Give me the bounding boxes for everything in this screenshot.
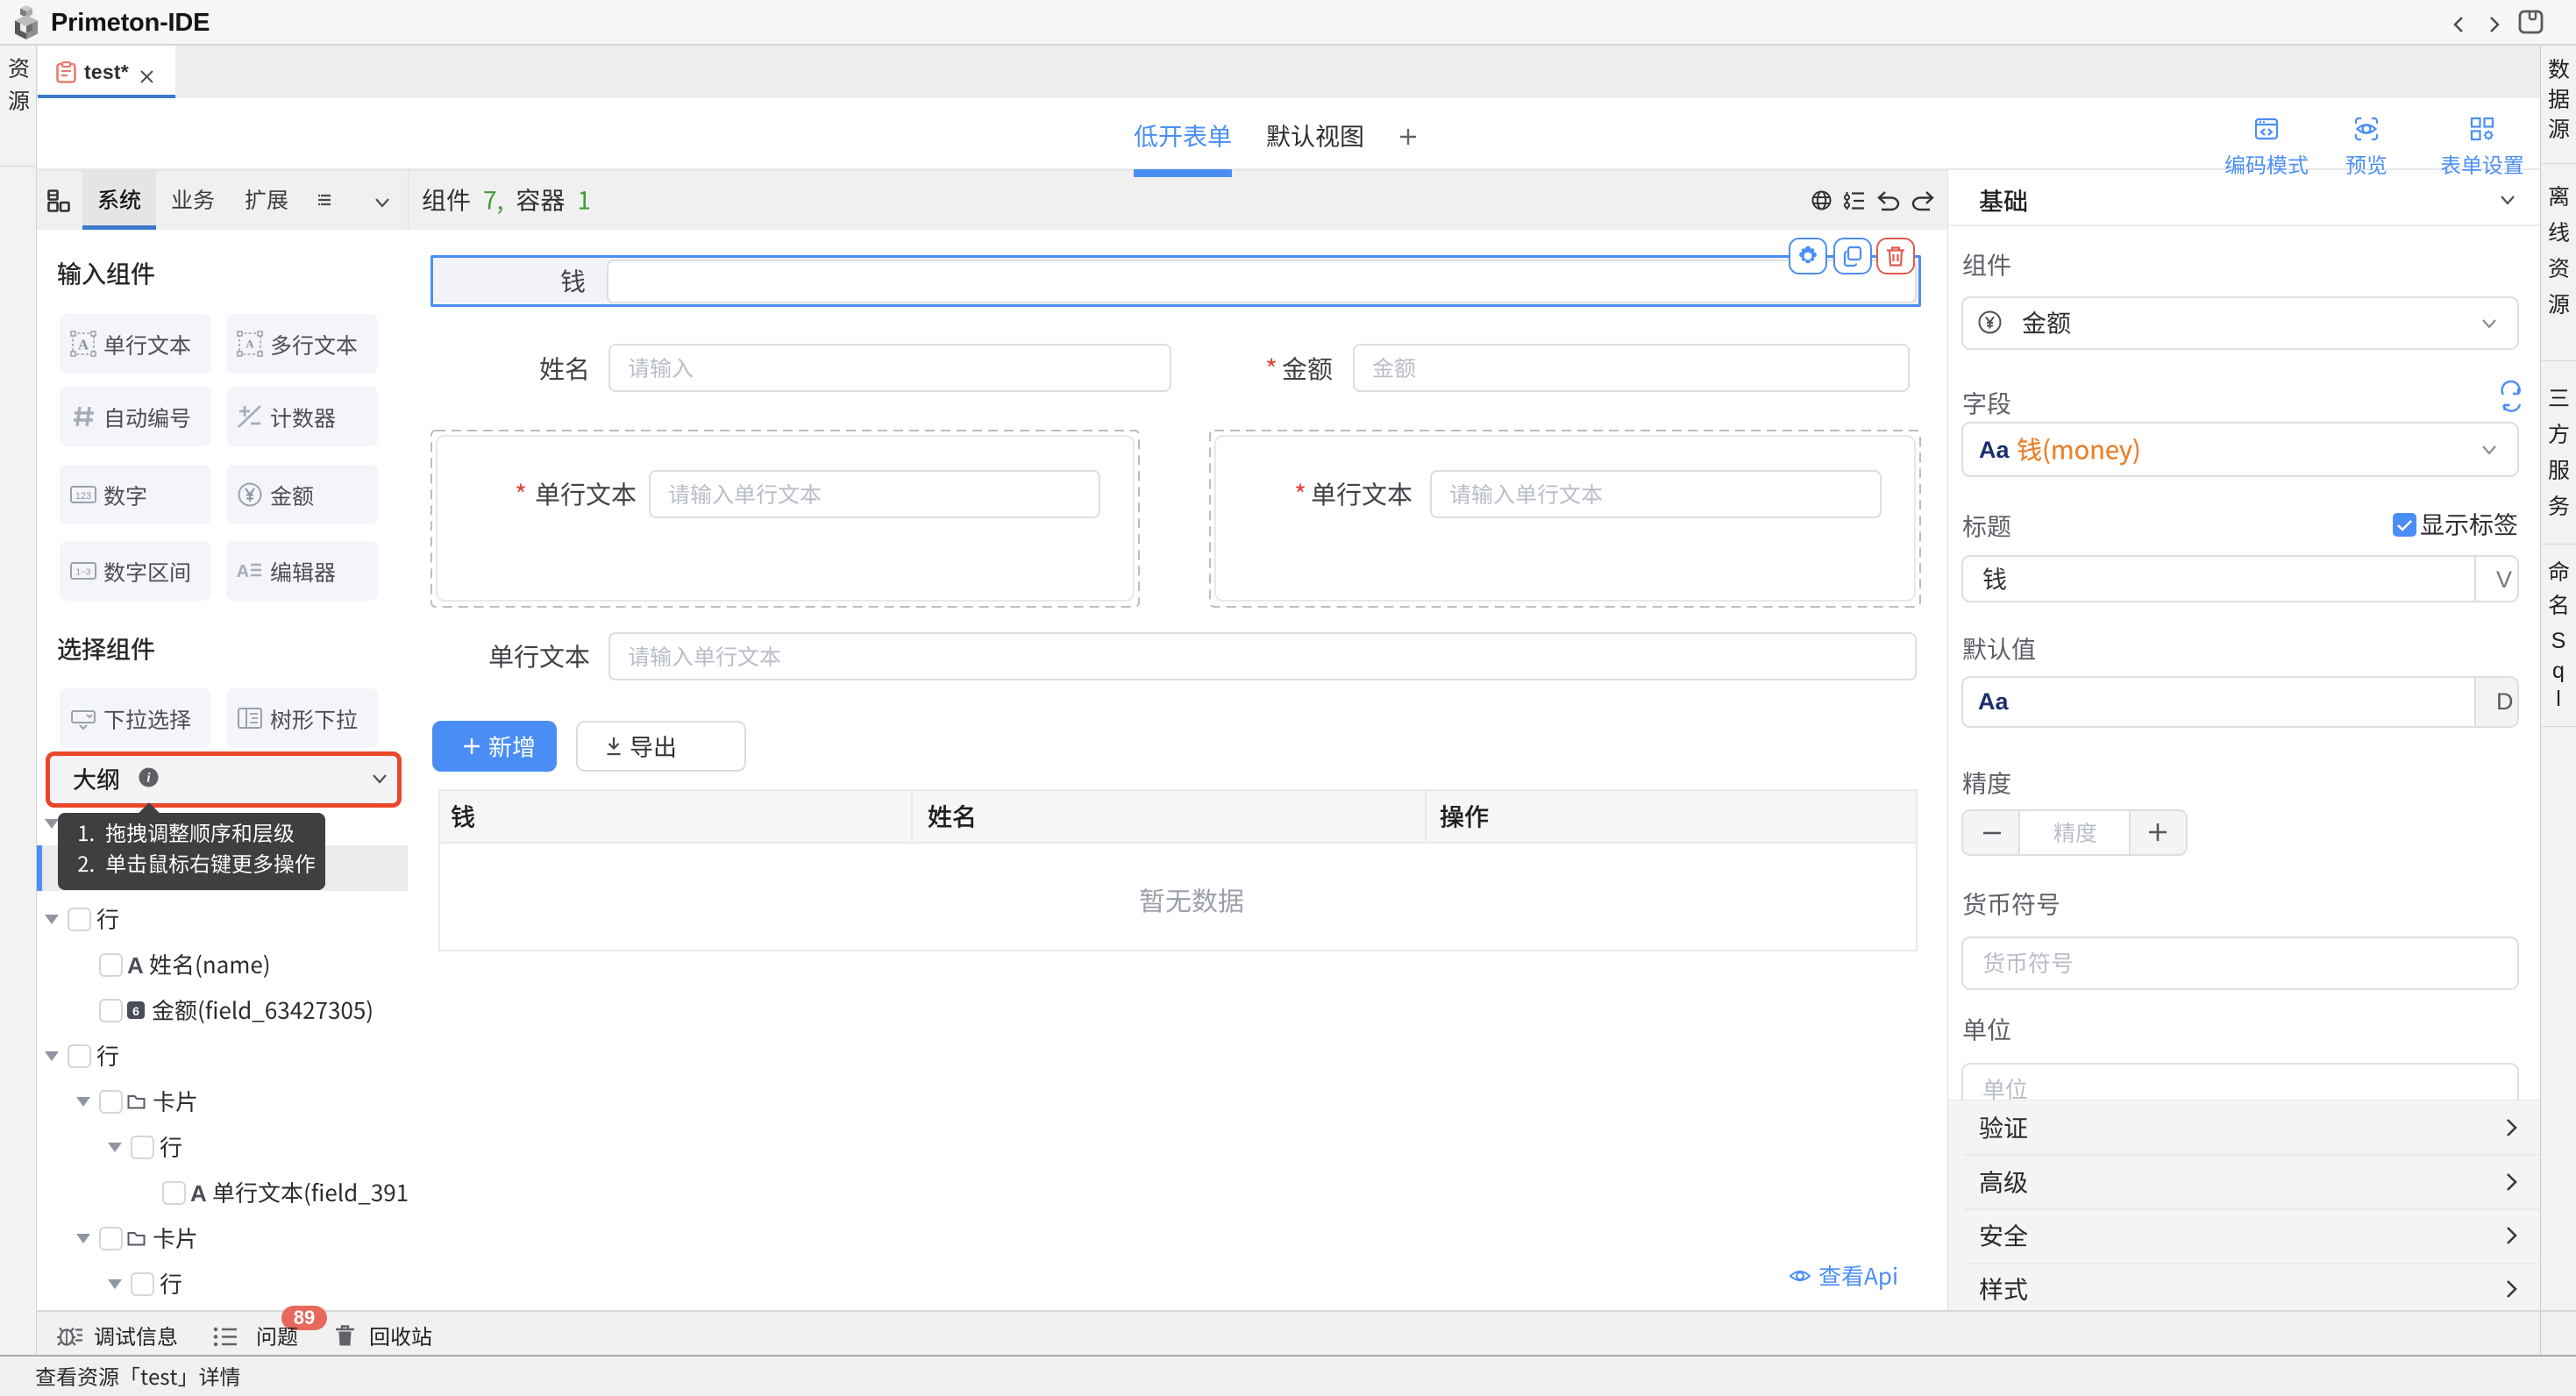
- svg-text:A: A: [246, 338, 254, 351]
- svg-text:A: A: [78, 337, 89, 353]
- svg-text:123: 123: [75, 491, 91, 502]
- svg-text:A: A: [237, 562, 249, 581]
- svg-text:1~3: 1~3: [76, 568, 91, 578]
